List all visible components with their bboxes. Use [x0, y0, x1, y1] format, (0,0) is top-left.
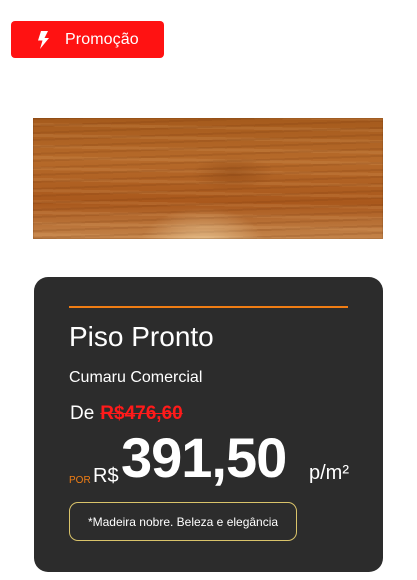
lightning-bolt-icon: [36, 30, 50, 49]
old-price-label: De: [70, 403, 95, 424]
promo-label: Promoção: [65, 30, 139, 48]
old-price-row: De R$476,60: [70, 403, 183, 425]
promo-badge[interactable]: Promoção: [11, 21, 164, 58]
wood-plank-image: [33, 118, 383, 239]
price-unit: p/m²: [309, 462, 349, 484]
old-price-value: R$476,60: [100, 403, 183, 424]
price-currency: R$: [93, 465, 119, 487]
product-subtitle: Cumaru Comercial: [69, 369, 203, 386]
product-note: *Madeira nobre. Beleza e elegância: [69, 502, 297, 541]
product-card: Piso Pronto Cumaru Comercial De R$476,60…: [34, 277, 383, 572]
price-prefix: POR: [69, 475, 91, 486]
price-row: POR R$ 391,50 p/m²: [69, 426, 369, 497]
price-value: 391,50: [121, 426, 287, 489]
accent-divider: [69, 306, 348, 308]
product-title: Piso Pronto: [69, 321, 214, 352]
